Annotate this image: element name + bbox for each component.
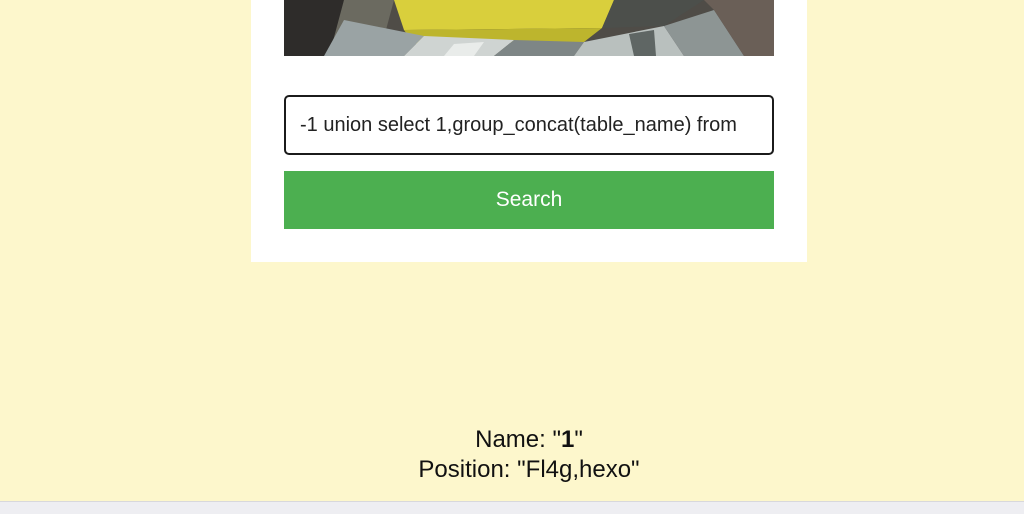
result-name-value: 1 [560, 426, 575, 453]
character-image [284, 0, 774, 56]
result-name-suffix: " [574, 426, 583, 453]
result-name: Name: "1" [0, 426, 1024, 454]
search-input[interactable] [284, 95, 774, 155]
search-button[interactable]: Search [284, 171, 774, 229]
result-position: Position: "Fl4g,hexo" [418, 456, 640, 483]
search-card: Search [251, 0, 807, 262]
result-name-prefix: Name: " [475, 426, 561, 453]
browser-status-bar [0, 501, 1024, 514]
page: Search Name: "1" Position: "Fl4g,hexo" [0, 0, 1024, 514]
